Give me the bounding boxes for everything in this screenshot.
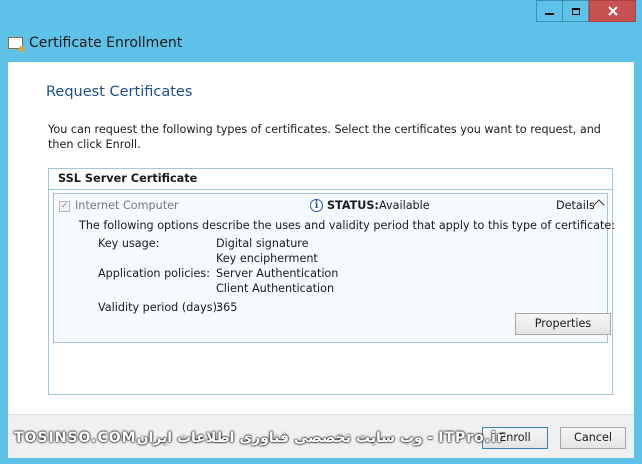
- dialog-footer: Enroll Cancel: [8, 414, 634, 458]
- certificate-checkbox[interactable]: ✓: [59, 201, 70, 212]
- status-value: Available: [379, 199, 430, 212]
- application-policy-value-1: Server Authentication: [216, 267, 339, 280]
- close-icon: [607, 6, 618, 16]
- certificate-group-panel: SSL Server Certificate ✓ Internet Comput…: [48, 168, 615, 395]
- certificate-icon: [8, 37, 25, 52]
- cancel-button[interactable]: Cancel: [560, 427, 626, 449]
- enroll-button[interactable]: Enroll: [482, 427, 548, 449]
- maximize-icon: [571, 7, 580, 15]
- key-usage-value-1: Digital signature: [216, 237, 309, 250]
- details-toggle[interactable]: Details: [556, 199, 595, 212]
- certificate-group-title: SSL Server Certificate: [49, 169, 612, 190]
- chevron-up-icon[interactable]: [593, 199, 605, 211]
- key-usage-label: Key usage:: [98, 237, 160, 250]
- minimize-icon: [545, 13, 554, 15]
- maximize-button[interactable]: [562, 0, 589, 22]
- key-usage-value-2: Key encipherment: [216, 252, 318, 265]
- minimize-button[interactable]: [536, 0, 563, 22]
- title-bar: Certificate Enrollment: [0, 0, 642, 62]
- validity-period-value: 365: [216, 301, 238, 314]
- certificate-name: Internet Computer: [75, 199, 179, 212]
- properties-button[interactable]: Properties: [515, 313, 611, 335]
- info-icon: i: [310, 199, 323, 212]
- page-title: Request Certificates: [46, 84, 193, 100]
- validity-period-label: Validity period (days):: [98, 301, 221, 314]
- certificate-entry: ✓ Internet Computer i STATUS: Available …: [53, 193, 615, 343]
- status-label: STATUS:: [327, 199, 379, 212]
- intro-text: You can request the following types of c…: [48, 123, 601, 151]
- certificate-description: The following options describe the uses …: [79, 219, 616, 232]
- close-button[interactable]: [589, 0, 636, 22]
- window-title: Certificate Enrollment: [29, 35, 183, 51]
- dialog-content: Request Certificates You can request the…: [8, 62, 634, 414]
- application-policies-label: Application policies:: [98, 267, 210, 280]
- application-policy-value-2: Client Authentication: [216, 282, 335, 295]
